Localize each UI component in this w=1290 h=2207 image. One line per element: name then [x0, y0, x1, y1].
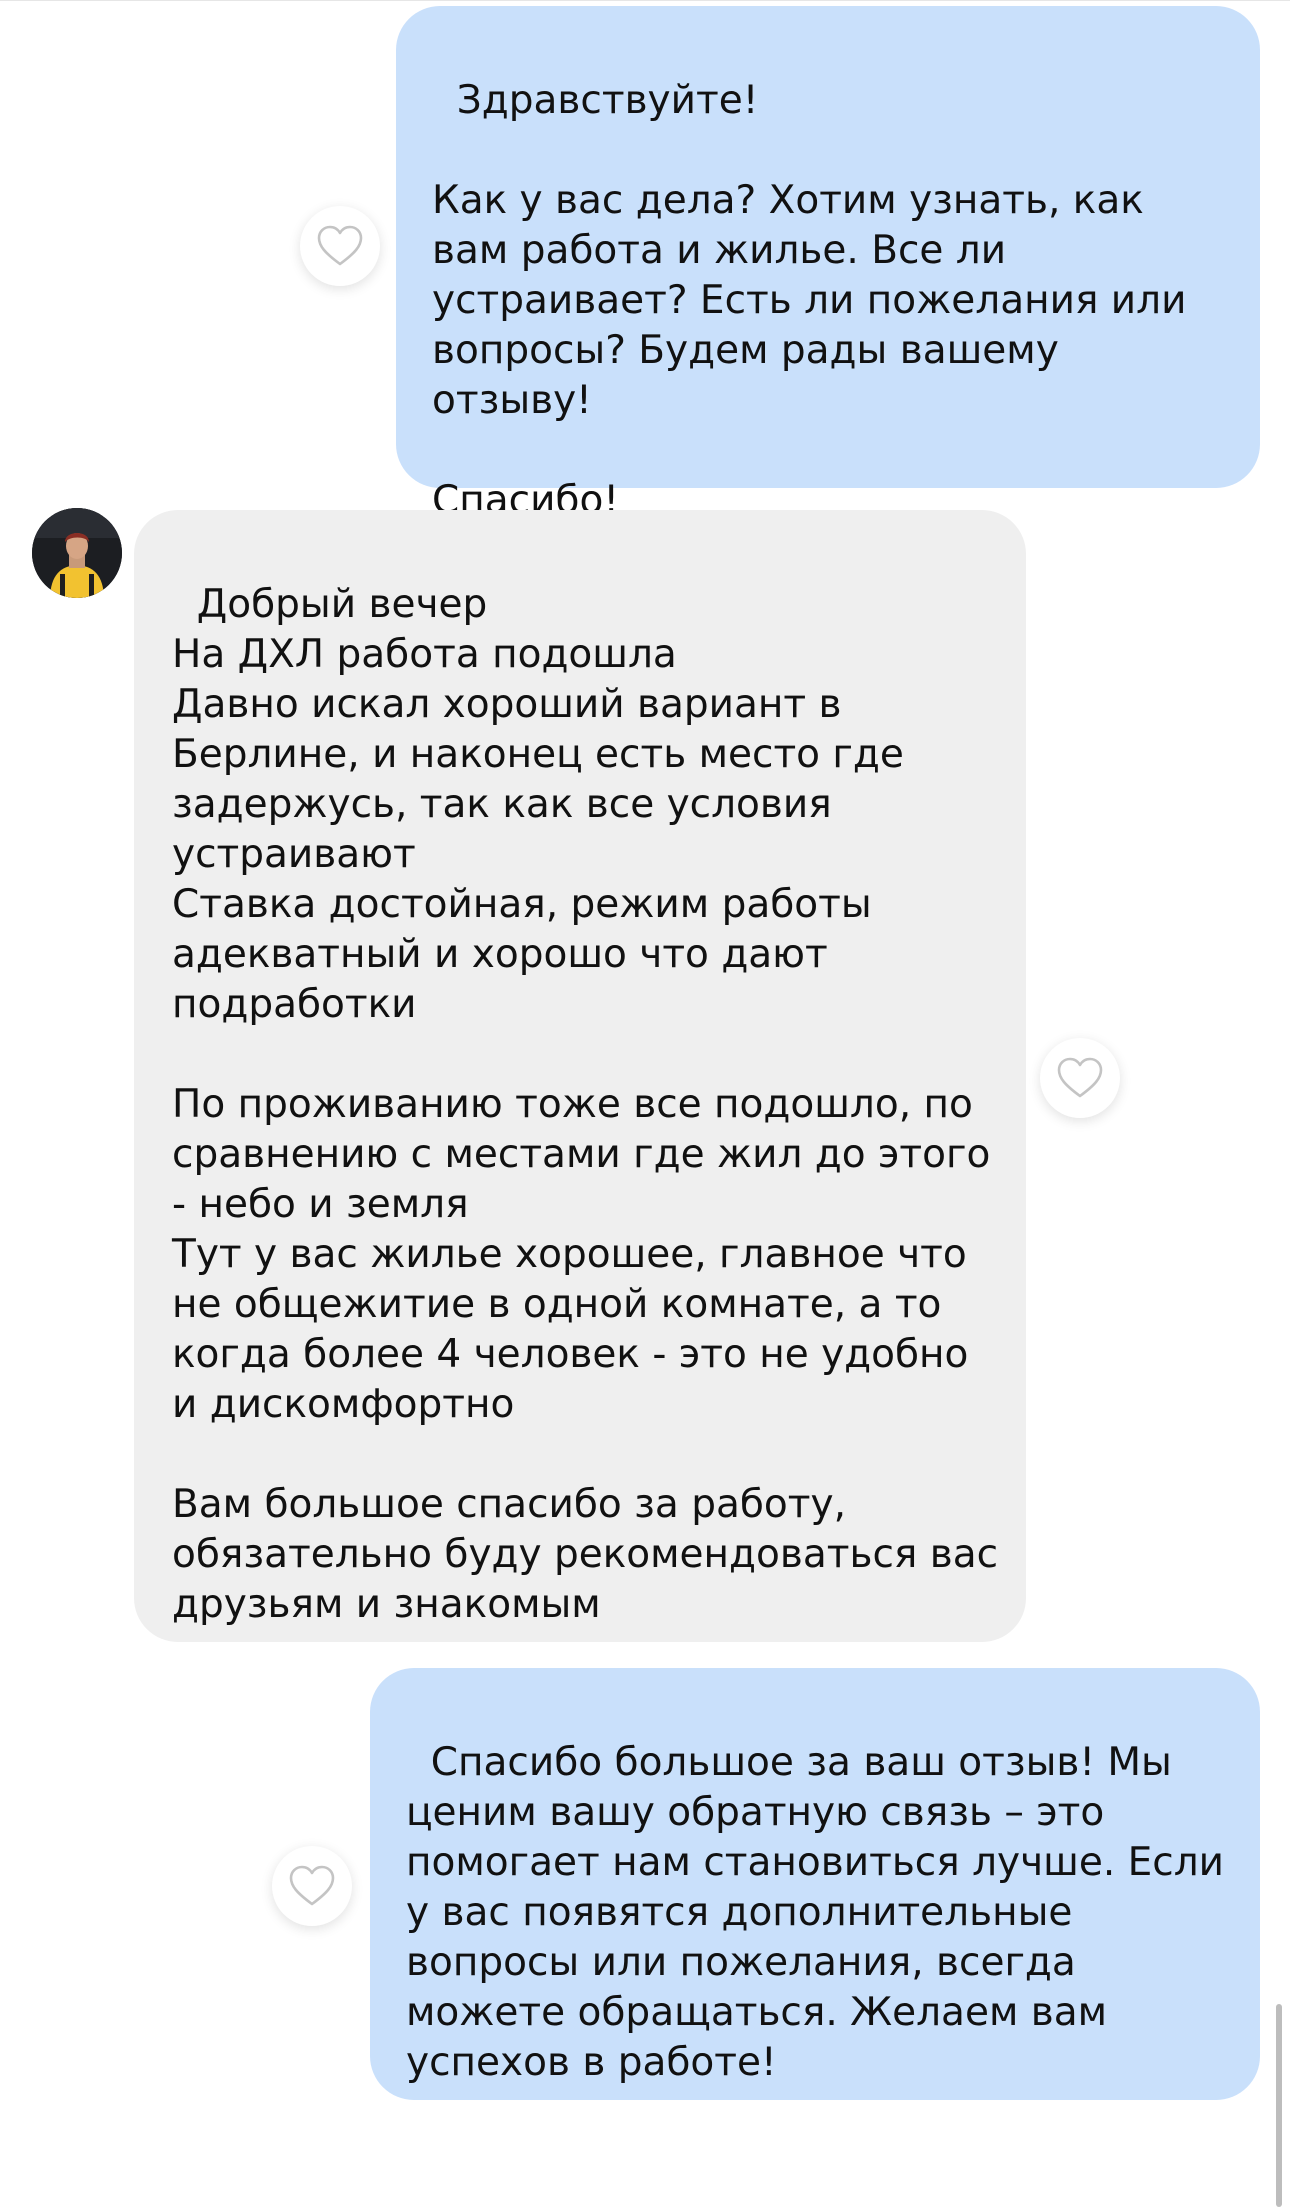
heart-outline-icon	[1057, 1057, 1103, 1098]
user-avatar-image	[32, 508, 122, 598]
like-button[interactable]	[1040, 1038, 1120, 1118]
heart-outline-icon	[289, 1865, 335, 1906]
like-button[interactable]	[272, 1846, 352, 1926]
message-bubble-incoming[interactable]: Добрый вечер На ДХЛ работа подошла Давно…	[134, 510, 1026, 1642]
heart-outline-icon	[317, 225, 363, 266]
top-divider	[0, 0, 1290, 1]
message-text: Спасибо большое за ваш отзыв! Мы ценим в…	[406, 1740, 1237, 2085]
message-text: Добрый вечер На ДХЛ работа подошла Давно…	[172, 582, 999, 1627]
message-bubble-outgoing[interactable]: Здравствуйте! Как у вас дела? Хотим узна…	[396, 6, 1260, 523]
message-bubble-outgoing[interactable]: Спасибо большое за ваш отзыв! Мы ценим в…	[370, 1668, 1260, 2100]
scrollbar[interactable]	[1276, 2004, 1282, 2207]
like-button[interactable]	[300, 206, 380, 286]
avatar[interactable]	[32, 508, 122, 598]
message-text: Здравствуйте! Как у вас дела? Хотим узна…	[432, 78, 1187, 523]
